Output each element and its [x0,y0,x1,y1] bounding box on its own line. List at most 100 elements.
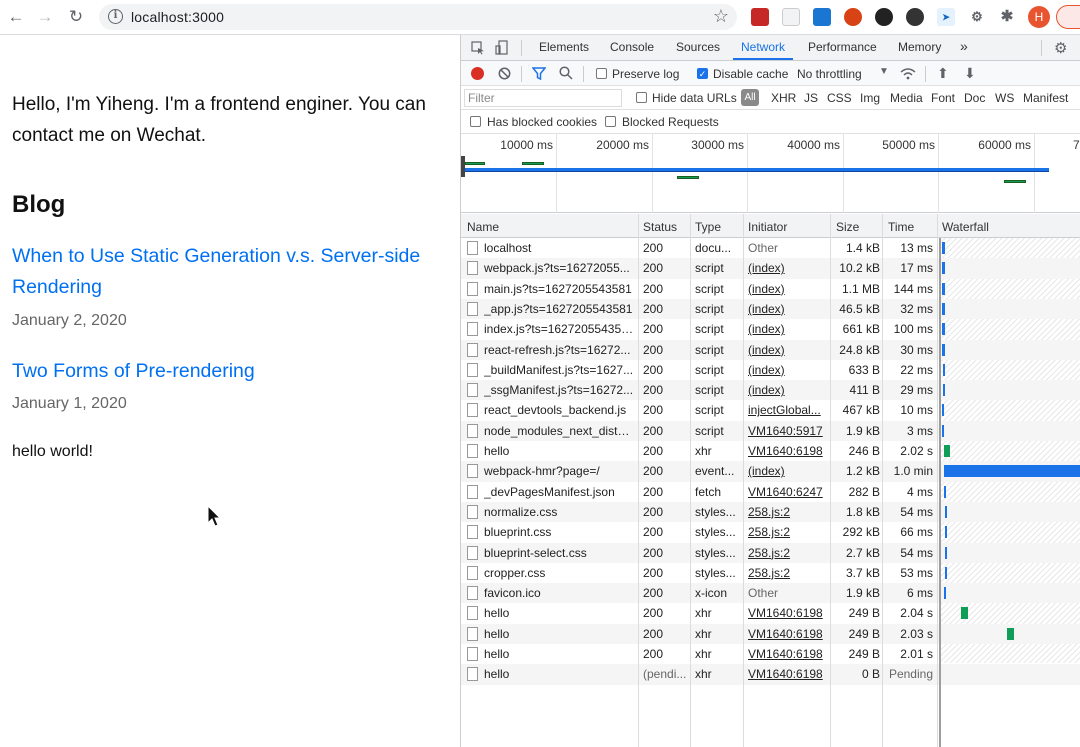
site-info-icon[interactable]: i [108,9,123,24]
request-initiator[interactable]: VM1640:5917 [748,424,828,438]
settings-gear-icon[interactable]: ⚙ [1054,39,1067,57]
column-divider[interactable] [638,214,639,747]
request-initiator[interactable]: VM1640:6198 [748,627,828,641]
request-initiator[interactable]: (index) [748,261,828,275]
address-bar[interactable]: i localhost:3000 ☆ [99,4,737,30]
table-row[interactable]: webpack-hmr?page=/ 200 event... (index) 1.2 … [461,461,1080,482]
table-row[interactable]: localhost 200 docu... Other 1.4 kB 13 ms [461,238,1080,258]
table-row[interactable]: hello 200 xhr VM1640:6198 249 B 2.04 s [461,603,1080,623]
post-link[interactable]: When to Use Static Generation v.s. Serve… [12,241,452,303]
hide-data-urls-checkbox[interactable] [636,92,647,103]
network-conditions-icon[interactable] [900,67,916,80]
table-row[interactable]: _buildManifest.js?ts=1627... 200 script (in… [461,360,1080,380]
filter-css-button[interactable]: CSS [827,91,852,105]
tab-performance[interactable]: Performance [808,40,877,54]
tab-console[interactable]: Console [610,40,654,54]
filter-funnel-icon[interactable] [532,67,546,80]
search-icon[interactable] [559,66,573,80]
column-header-time[interactable]: Time [888,220,914,234]
column-divider[interactable] [937,214,938,747]
request-initiator[interactable]: (index) [748,464,828,478]
update-button[interactable] [1056,5,1080,29]
filter-xhr-button[interactable]: XHR [771,91,796,105]
request-initiator[interactable]: (index) [748,302,828,316]
column-header-type[interactable]: Type [695,220,721,234]
column-divider[interactable] [882,214,883,747]
tab-network[interactable]: Network [741,40,785,54]
record-icon[interactable] [471,67,484,80]
request-initiator[interactable]: VM1640:6198 [748,444,828,458]
column-divider[interactable] [830,214,831,747]
overview-selection-handle[interactable] [461,156,465,177]
reload-icon[interactable]: ↻ [65,6,87,28]
table-row[interactable]: react-refresh.js?ts=16272... 200 script (in… [461,339,1080,360]
table-row[interactable]: favicon.ico 200 x-icon Other 1.9 kB 6 ms [461,583,1080,604]
extension-clock-icon[interactable] [782,8,800,26]
column-header-size[interactable]: Size [836,220,859,234]
filter-ws-button[interactable]: WS [995,91,1014,105]
import-har-icon[interactable]: ⬆ [937,65,949,82]
filter-manifest-button[interactable]: Manifest [1023,91,1068,105]
filter-img-button[interactable]: Img [860,91,880,105]
table-row[interactable]: node_modules_next_dist_... 200 script VM164… [461,420,1080,441]
table-row[interactable]: cropper.css 200 styles... 258.js:2 3.7 kB 53 … [461,563,1080,583]
inspect-element-icon[interactable] [471,41,485,55]
tab-sources[interactable]: Sources [676,40,720,54]
tab-elements[interactable]: Elements [539,40,589,54]
extension-rocket-icon[interactable]: ➤ [937,8,955,26]
back-arrow-icon[interactable]: ← [5,6,27,28]
column-header-status[interactable]: Status [643,220,677,234]
disable-cache-checkbox[interactable]: ✓ [697,68,708,79]
filter-media-button[interactable]: Media [890,91,923,105]
forward-arrow-icon[interactable]: → [34,6,56,28]
request-initiator[interactable]: 258.js:2 [748,566,828,580]
extension-red-icon[interactable] [751,8,769,26]
request-initiator[interactable]: (index) [748,322,828,336]
request-initiator[interactable]: VM1640:6198 [748,667,828,681]
clear-icon[interactable] [498,67,511,80]
table-row[interactable]: _app.js?ts=1627205543581 200 script (index)… [461,298,1080,320]
profile-avatar[interactable]: H [1028,6,1050,28]
column-divider[interactable] [743,214,744,747]
request-initiator[interactable]: VM1640:6198 [748,606,828,620]
filter-doc-button[interactable]: Doc [964,91,985,105]
table-row[interactable]: blueprint.css 200 styles... 258.js:2 292 kB 6… [461,522,1080,542]
extension-ball-icon[interactable] [844,8,862,26]
extension-on-icon[interactable] [875,8,893,26]
more-tabs-chevron-icon[interactable]: » [960,38,968,54]
filter-input[interactable]: Filter [464,89,622,107]
throttling-dropdown-arrow-icon[interactable]: ▼ [879,66,889,77]
column-header-initiator[interactable]: Initiator [748,220,787,234]
request-initiator[interactable]: 258.js:2 [748,546,828,560]
extension-blue-icon[interactable] [813,8,831,26]
request-initiator[interactable]: VM1640:6198 [748,647,828,661]
table-row[interactable]: webpack.js?ts=16272055... 200 script (index… [461,258,1080,279]
blocked-requests-checkbox[interactable] [605,116,616,127]
device-toolbar-icon[interactable] [495,40,509,56]
filter-js-button[interactable]: JS [804,91,818,105]
table-row[interactable]: hello 200 xhr VM1640:6198 249 B 2.03 s [461,623,1080,644]
filter-all-button[interactable]: All [741,89,759,106]
request-initiator[interactable]: (index) [748,343,828,357]
table-row[interactable]: _ssgManifest.js?ts=16272... 200 script (ind… [461,380,1080,401]
column-header-name[interactable]: Name [467,220,499,234]
export-har-icon[interactable]: ⬇ [964,65,976,82]
table-row[interactable]: hello 200 xhr VM1640:6198 249 B 2.01 s [461,644,1080,664]
filter-font-button[interactable]: Font [931,91,955,105]
request-initiator[interactable]: 258.js:2 [748,505,828,519]
table-row[interactable]: main.js?ts=1627205543581 200 script (index)… [461,279,1080,299]
column-header-waterfall[interactable]: Waterfall [942,220,989,234]
request-initiator[interactable]: (index) [748,363,828,377]
tab-memory[interactable]: Memory [898,40,941,54]
request-initiator[interactable]: (index) [748,383,828,397]
network-overview-timeline[interactable]: 10000 ms 20000 ms 30000 ms 40000 ms 5000… [461,134,1080,213]
request-initiator[interactable]: 258.js:2 [748,525,828,539]
extension-tool-icon[interactable]: ⚙ [968,8,986,26]
request-initiator[interactable]: injectGlobal... [748,403,828,417]
table-row[interactable]: _devPagesManifest.json 200 fetch VM1640:624… [461,482,1080,502]
post-link[interactable]: Two Forms of Pre-rendering [12,356,452,387]
bookmark-star-icon[interactable]: ☆ [713,6,729,27]
table-row[interactable]: hello 200 xhr VM1640:6198 246 B 2.02 s [461,441,1080,461]
table-row[interactable]: hello (pendi... xhr VM1640:6198 0 B Pending [461,664,1080,685]
table-row[interactable]: normalize.css 200 styles... 258.js:2 1.8 kB 5… [461,501,1080,523]
